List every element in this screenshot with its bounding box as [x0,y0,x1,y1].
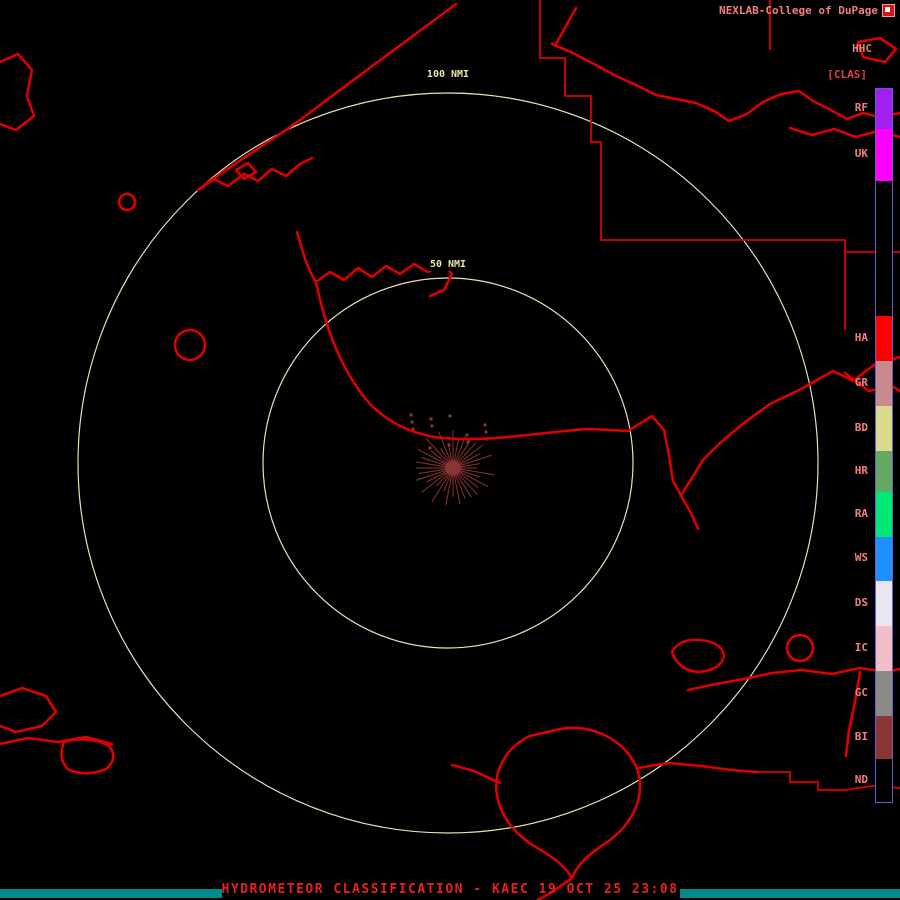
lake-circle-mid [173,328,207,362]
echo-ray [415,461,451,468]
echo-speck [484,430,488,434]
lake-circle-small [117,192,137,212]
legend-swatch-BI [876,716,892,759]
legend-label-ND: ND [854,772,868,786]
shape-bottomleft [0,686,58,734]
lake-connector [450,763,502,785]
classification-label: [CLAS] [827,68,867,81]
legend-label-GC: GC [854,685,868,699]
echo-ray [455,468,495,476]
radar-map [0,0,900,900]
coastline-arc-topleft [196,2,458,192]
shoreline-bottomright [686,666,900,692]
echo-speck [483,423,487,427]
legend-swatch-UK [876,129,892,181]
coastline-inlet-spur [678,492,700,531]
legend-swatch-gap [876,181,892,316]
legend-swatch-DS [876,581,892,626]
lake-bottomleft [60,737,115,775]
echo-speck [448,414,452,418]
echo-speck [465,433,469,437]
legend-swatch-WS [876,537,892,581]
legend-label-WS: WS [854,551,868,564]
cod-logo-icon [882,4,895,17]
legend-swatch-HR [876,451,892,492]
echo-ray [453,470,461,504]
echo-ray [425,438,452,467]
shape-lefttop [0,52,36,132]
lake-outline [494,726,642,880]
legend-label-RF: RF [854,101,868,114]
island-bottomright [670,638,726,674]
legend-swatch-ND [876,759,892,802]
echo-speck [430,424,434,428]
ring-label-100nmi: 100 NMI [423,68,473,81]
ring-label-50nmi: 50 NMI [426,258,470,271]
coastline-spur-top [554,6,578,46]
shoreline-lake-east [636,761,759,774]
legend-label-HA: HA [854,330,868,344]
product-code-label: HHC [852,42,872,55]
legend-label-IC: IC [854,640,868,654]
legend-label-HR: HR [854,463,868,477]
coastline-topright [550,42,900,123]
status-rule-left [0,889,222,898]
shoreline-right-edge [844,670,862,758]
legend-label-DS: DS [854,595,868,609]
legend-swatch-HA [876,316,892,361]
legend-swatch-GC [876,671,892,716]
echo-speck [429,417,433,421]
echo-speck [447,443,451,447]
legend-color-bar [875,88,893,803]
legend-label-BI: BI [854,729,868,743]
radar-viewport: NEXLAB-College of DuPage HHC [CLAS] 100 … [0,0,900,900]
echo-speck [466,440,470,444]
status-rule-right [680,889,900,898]
legend-swatch-RA [876,492,892,537]
legend-label-BD: BD [854,420,868,434]
echo-speck [428,446,432,450]
legend-swatch-IC [876,626,892,671]
echo-ray [431,470,452,502]
echo-ray [445,470,453,506]
status-bar: HYDROMETEOR CLASSIFICATION - KAEC 19 OCT… [0,882,900,900]
echo-core [445,460,461,476]
lake-circle-right [785,633,815,663]
echo-ray [455,469,489,488]
legend-label-UK: UK [854,147,868,160]
boundary-stairstep-topright [539,0,900,253]
coastline-main [314,280,900,497]
echo-starburst [409,413,495,506]
legend-swatch-GR [876,361,892,406]
legend-swatch-BD [876,406,892,451]
echo-speck [409,413,413,417]
legend-swatch-RF [876,89,892,129]
brand-title: NEXLAB-College of DuPage [719,4,878,17]
legend-label-RA: RA [854,506,868,520]
legend-label-GR: GR [854,375,868,389]
status-text: HYDROMETEOR CLASSIFICATION - KAEC 19 OCT… [221,882,679,897]
echo-speck [410,420,414,424]
